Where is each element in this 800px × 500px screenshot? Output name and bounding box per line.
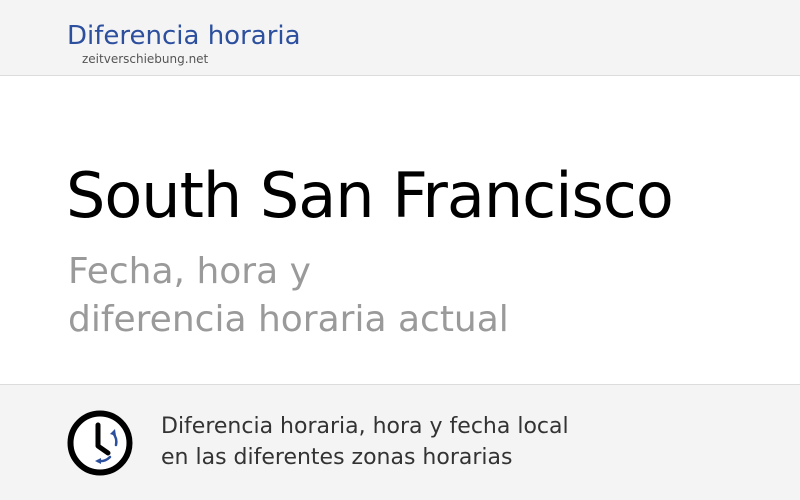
banner-line-2: en las diferentes zonas horarias [161, 445, 513, 470]
page-subtitle: Fecha, hora y diferencia horaria actual [68, 248, 509, 344]
page-title: South San Francisco [66, 159, 674, 232]
brand-title[interactable]: Diferencia horaria [67, 19, 301, 53]
clock-icon [67, 410, 133, 476]
subtitle-line-1: Fecha, hora y [68, 251, 311, 292]
subtitle-line-2: diferencia horaria actual [68, 299, 509, 340]
info-banner: Diferencia horaria, hora y fecha local e… [0, 384, 800, 500]
brand-domain: zeitverschiebung.net [82, 52, 209, 66]
banner-line-1: Diferencia horaria, hora y fecha local [161, 414, 569, 439]
hero-section: South San Francisco Fecha, hora y difere… [0, 76, 800, 384]
site-header: Diferencia horaria zeitverschiebung.net [0, 0, 800, 76]
banner-text: Diferencia horaria, hora y fecha local e… [161, 411, 569, 473]
